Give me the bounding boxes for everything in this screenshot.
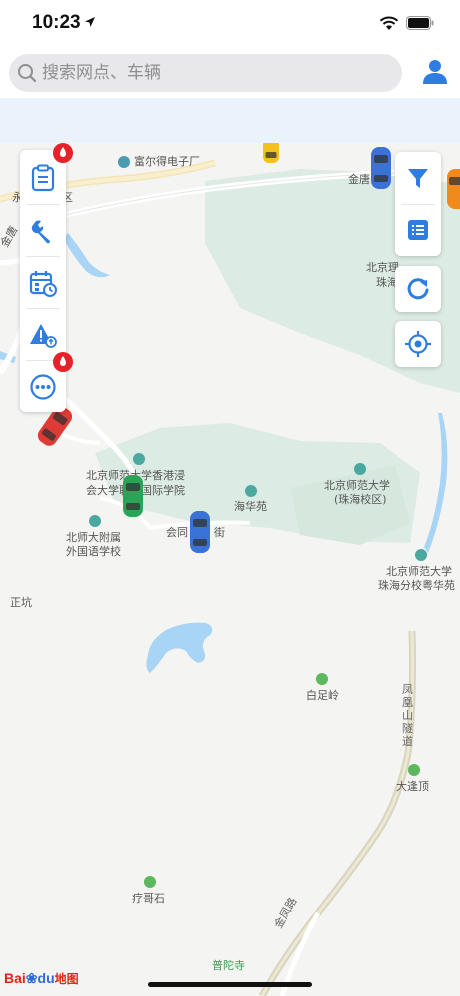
warning-icon	[30, 324, 57, 348]
vehicle-marker[interactable]	[122, 475, 144, 517]
right-control-panel	[395, 152, 441, 256]
poi-label: 北京师范大学	[324, 479, 390, 492]
poi-label: 北京师范大学	[386, 565, 452, 578]
refresh-button[interactable]	[395, 266, 441, 312]
poi-label: 白足岭	[306, 689, 339, 702]
vehicle-marker[interactable]	[446, 169, 460, 209]
notification-badge-icon	[53, 143, 73, 163]
search-header	[0, 48, 460, 98]
poi-label: 富尔得电子厂	[134, 155, 200, 168]
maintenance-button[interactable]	[20, 205, 66, 257]
battery-icon	[406, 16, 434, 30]
poi-label: 海华苑	[234, 500, 267, 513]
calendar-clock-icon	[29, 271, 57, 297]
poi-label: 大逢顶	[396, 780, 429, 793]
poi-label: 外国语学校	[66, 545, 121, 558]
status-time: 10:23	[32, 12, 81, 33]
map-view[interactable]: 富尔得电子厂 金唐 北京理 珠海 北京师范大学香港浸 会大学联合国际学院 海华苑…	[0, 143, 460, 996]
filter-button[interactable]	[395, 152, 441, 204]
poi-label: 街	[214, 526, 225, 539]
poi-label: (珠海校区)	[334, 493, 387, 506]
home-indicator	[148, 982, 312, 987]
poi-label: 珠海分校粤华苑	[378, 579, 455, 592]
clipboard-icon	[31, 164, 55, 192]
wrench-icon	[31, 220, 51, 244]
paw-icon: ❀	[25, 970, 38, 986]
status-bar: 10:23	[0, 0, 460, 48]
poi-label: 疗哥石	[132, 892, 165, 905]
poi-label: 金唐	[348, 173, 370, 186]
locate-button[interactable]	[395, 321, 441, 367]
search-box[interactable]	[9, 54, 402, 92]
user-profile-icon[interactable]	[421, 58, 449, 86]
more-icon	[30, 374, 56, 400]
poi-label: 北师大附属	[66, 531, 121, 544]
logo-text: 地图	[54, 972, 79, 986]
info-banner	[0, 98, 460, 143]
notification-badge-icon	[53, 352, 73, 372]
road-label: 凤凰山隧道	[402, 683, 413, 748]
baidu-map-logo: Bai❀du地图	[4, 970, 79, 987]
wifi-icon	[379, 16, 399, 30]
vehicle-marker[interactable]	[262, 143, 280, 163]
poi-label: 普陀寺	[212, 959, 245, 972]
logo-text: Bai	[4, 970, 26, 986]
search-input[interactable]	[42, 54, 392, 92]
location-arrow-icon	[85, 17, 95, 27]
locate-icon	[405, 331, 431, 357]
logo-text: du	[37, 970, 55, 986]
list-button[interactable]	[395, 204, 441, 256]
schedule-button[interactable]	[20, 257, 66, 309]
vehicle-marker[interactable]	[370, 147, 392, 189]
refresh-icon	[407, 278, 429, 300]
poi-label: 会同	[166, 526, 188, 539]
filter-icon	[408, 169, 428, 188]
list-icon	[408, 220, 428, 240]
poi-label: 正坑	[10, 596, 32, 609]
vehicle-marker[interactable]	[189, 511, 211, 553]
search-icon	[18, 64, 37, 83]
